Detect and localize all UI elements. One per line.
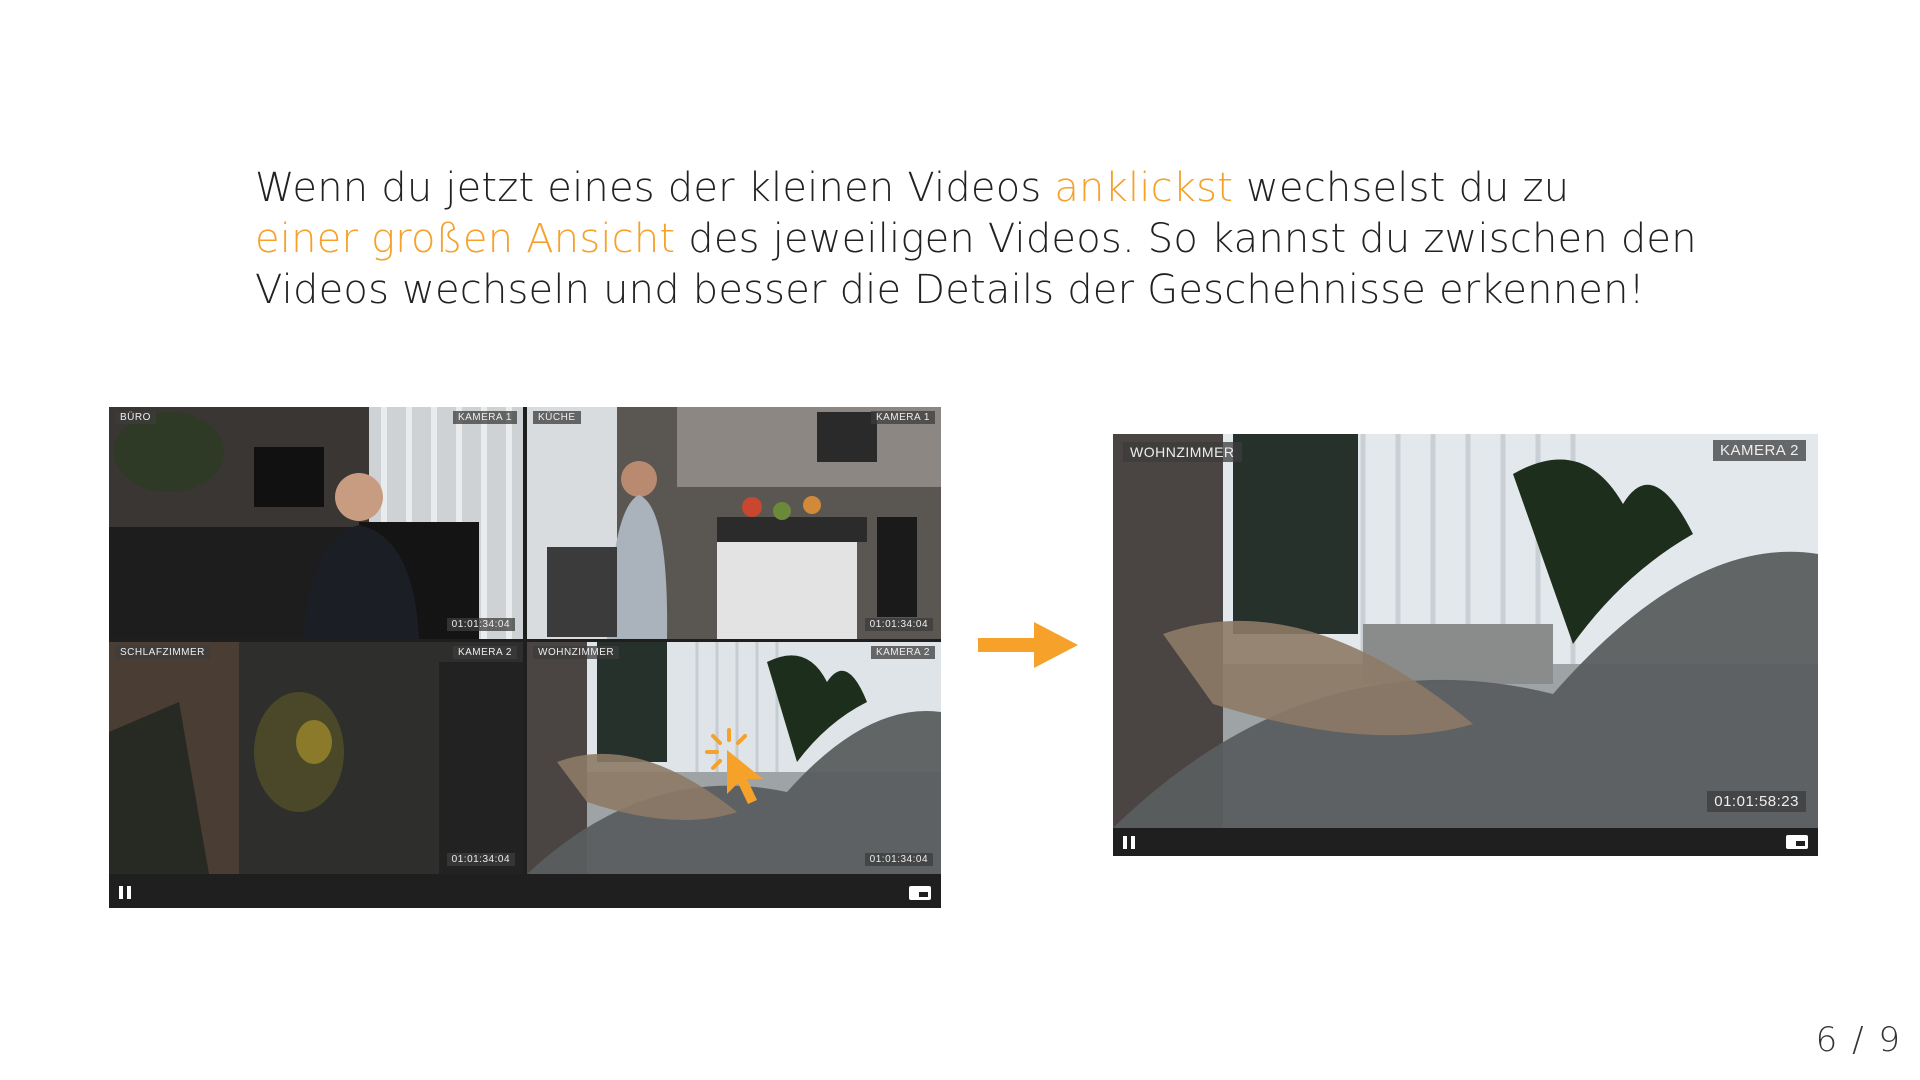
camera-label: KAMERA 2 — [870, 646, 935, 659]
timestamp-label: 01:01:34:04 — [864, 618, 933, 631]
pause-icon[interactable] — [119, 886, 131, 899]
camera-label: KAMERA 1 — [452, 411, 517, 424]
timestamp-label: 01:01:34:04 — [446, 853, 515, 866]
intro-line2-end: des jeweiligen Videos. So kannst du zwis… — [675, 216, 1697, 262]
video-frame-schlafzimmer — [109, 642, 523, 874]
pause-icon[interactable] — [1123, 836, 1135, 849]
timestamp-label: 01:01:34:04 — [864, 853, 933, 866]
intro-line1-start: Wenn du jetzt eines der kleinen Videos — [255, 165, 1055, 211]
video-frame-buero — [109, 407, 523, 639]
video-frame-wohnzimmer-large — [1113, 434, 1818, 828]
timestamp-label: 01:01:34:04 — [446, 618, 515, 631]
large-video-view[interactable]: WOHNZIMMER KAMERA 2 01:01:58:23 — [1113, 434, 1818, 828]
camera-label: KAMERA 2 — [1712, 440, 1806, 461]
room-label: WOHNZIMMER — [1123, 442, 1242, 462]
cursor-click-icon — [705, 728, 763, 804]
intro-text: Wenn du jetzt eines der kleinen Videos a… — [255, 163, 1755, 316]
player-control-bar — [109, 876, 941, 908]
camera-label: KAMERA 2 — [452, 646, 517, 659]
camera-tile-wohnzimmer-selected[interactable]: WOHNZIMMER KAMERA 2 01:01:34:04 — [527, 642, 941, 874]
timestamp-label: 01:01:58:23 — [1707, 791, 1806, 812]
intro-line1-end: wechselst du zu — [1233, 165, 1570, 211]
player-control-bar — [1113, 828, 1818, 856]
multi-camera-player: BÜRO KAMERA 1 01:01:34:04 KÜCHE KAMERA 1… — [109, 407, 941, 908]
arrow-right-icon — [978, 622, 1078, 668]
camera-tile-kueche[interactable]: KÜCHE KAMERA 1 01:01:34:04 — [527, 407, 941, 639]
layout-toggle-icon[interactable] — [909, 886, 931, 900]
room-label: KÜCHE — [533, 411, 581, 424]
video-frame-kueche — [527, 407, 941, 639]
room-label: BÜRO — [115, 411, 156, 424]
page-indicator: 6 / 9 — [1815, 1020, 1902, 1060]
room-label: WOHNZIMMER — [533, 646, 620, 659]
camera-tile-buero[interactable]: BÜRO KAMERA 1 01:01:34:04 — [109, 407, 523, 639]
camera-tile-schlafzimmer[interactable]: SCHLAFZIMMER KAMERA 2 01:01:34:04 — [109, 642, 523, 874]
room-label: SCHLAFZIMMER — [115, 646, 210, 659]
intro-line3: Videos wechseln und besser die Details d… — [255, 267, 1645, 313]
camera-label: KAMERA 1 — [870, 411, 935, 424]
intro-highlight-click: anklickst — [1054, 165, 1234, 211]
layout-toggle-icon[interactable] — [1786, 835, 1808, 849]
single-camera-player: WOHNZIMMER KAMERA 2 01:01:58:23 — [1113, 434, 1818, 856]
intro-highlight-large-view: einer großen Ansicht — [255, 216, 676, 262]
